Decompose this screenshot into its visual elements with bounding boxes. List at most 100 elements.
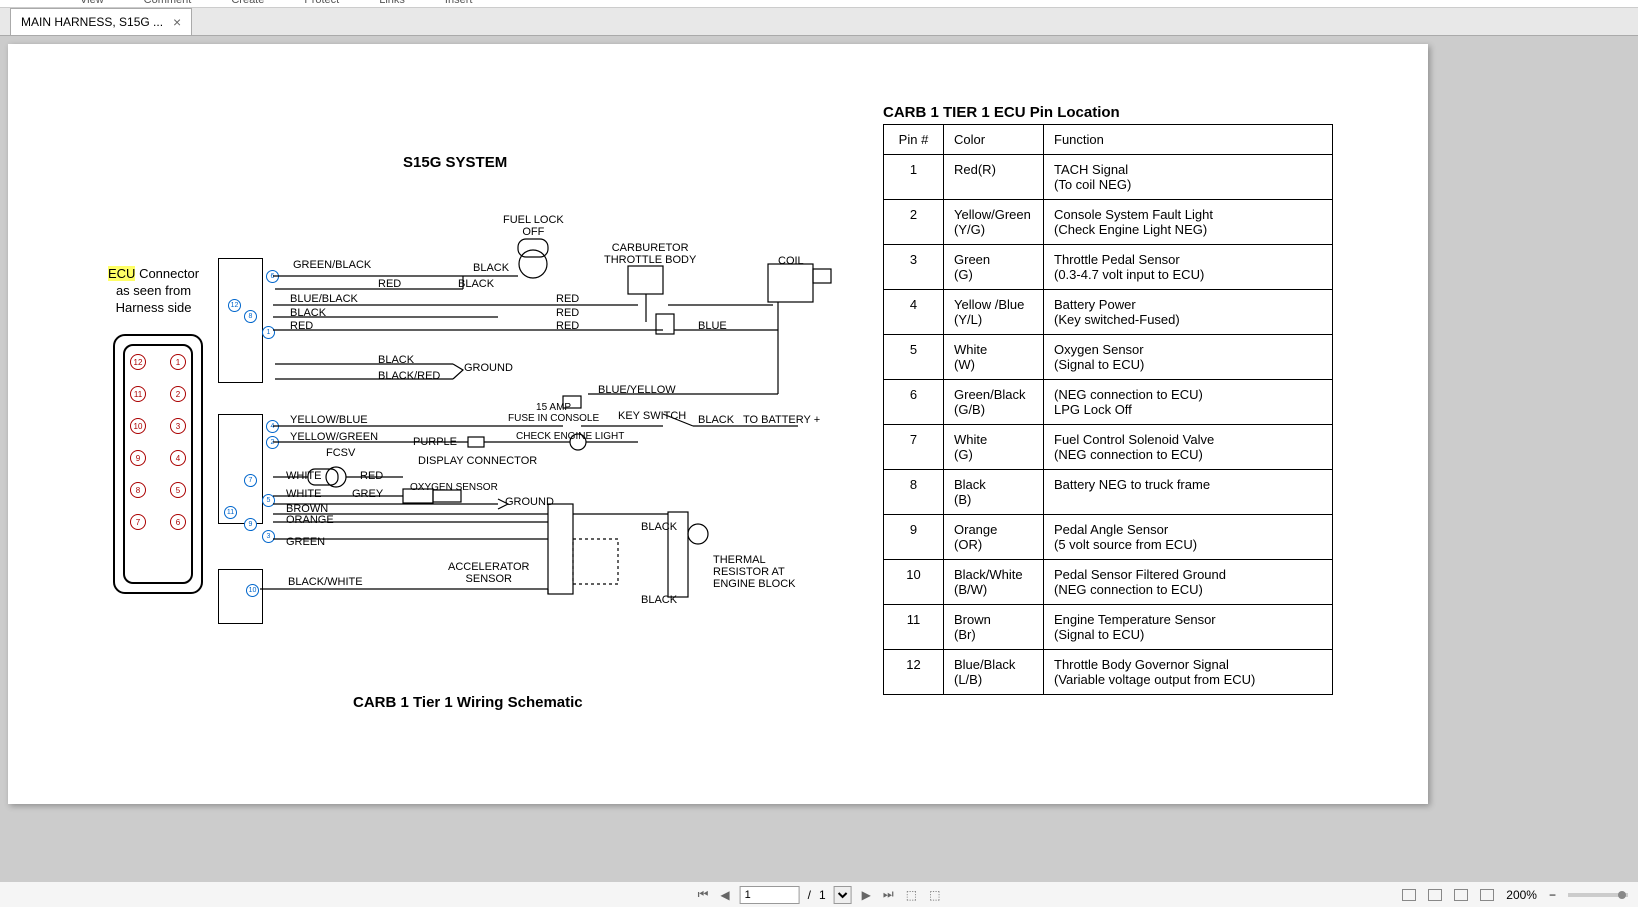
header-pin: Pin # [884,125,944,155]
node-10: 10 [246,584,259,597]
view-mode-2-icon[interactable] [1428,889,1442,901]
label-black-7: BLACK [641,594,677,606]
table-row: 6Green/Black (G/B)(NEG connection to ECU… [884,380,1333,425]
connector-pin-5: 5 [170,482,186,498]
nav-tool-1-icon[interactable]: ⬚ [904,888,919,902]
zoom-out-icon[interactable]: − [1549,888,1556,902]
status-bar: ⏮ ◀ / 1 ▶ ⏭ ⬚ ⬚ 200% − [0,881,1638,907]
first-page-icon[interactable]: ⏮ [696,887,711,902]
document-tab[interactable]: MAIN HARNESS, S15G ... × [10,8,192,35]
cell-color: Yellow/Green (Y/G) [944,200,1044,245]
menu-protect[interactable]: Protect [304,0,339,7]
cell-pin: 1 [884,155,944,200]
label-blue-black: BLUE/BLACK [290,293,358,305]
label-display-conn: DISPLAY CONNECTOR [418,455,537,467]
cell-pin: 10 [884,560,944,605]
label-blue: BLUE [698,320,727,332]
label-coil: COIL [778,255,804,267]
cell-function: Engine Temperature Sensor (Signal to ECU… [1044,605,1333,650]
prev-page-icon[interactable]: ◀ [718,888,731,902]
connector-pin-10: 10 [130,418,146,434]
pin-location-table: Pin # Color Function 1Red(R)TACH Signal … [883,124,1333,695]
menu-comment[interactable]: Comment [144,0,192,7]
schematic-title: CARB 1 Tier 1 Wiring Schematic [353,694,583,711]
menu-create[interactable]: Create [231,0,264,7]
label-red-1: RED [378,278,401,290]
tab-title: MAIN HARNESS, S15G ... [21,15,163,29]
cell-pin: 4 [884,290,944,335]
cell-color: Yellow /Blue (Y/L) [944,290,1044,335]
label-green-black: GREEN/BLACK [293,259,371,271]
table-header-row: Pin # Color Function [884,125,1333,155]
view-mode-3-icon[interactable] [1454,889,1468,901]
label-grey: GREY [352,488,383,500]
connector-pin-9: 9 [130,450,146,466]
view-mode-1-icon[interactable] [1402,889,1416,901]
cell-color: Red(R) [944,155,1044,200]
connector-pin-8: 8 [130,482,146,498]
cell-color: Brown (Br) [944,605,1044,650]
cell-function: (NEG connection to ECU) LPG Lock Off [1044,380,1333,425]
table-row: 3Green (G)Throttle Pedal Sensor (0.3-4.7… [884,245,1333,290]
zoom-slider[interactable] [1568,893,1628,897]
table-row: 5White (W)Oxygen Sensor (Signal to ECU) [884,335,1333,380]
cell-pin: 6 [884,380,944,425]
label-thermal: THERMAL RESISTOR AT ENGINE BLOCK [713,554,796,590]
document-tabs: MAIN HARNESS, S15G ... × [0,8,1638,36]
page-separator: / [808,888,811,902]
node-6: 6 [266,270,279,283]
label-check-engine: CHECK ENGINE LIGHT [516,431,624,442]
label-fcsv: FCSV [326,447,355,459]
cell-function: Pedal Angle Sensor (5 volt source from E… [1044,515,1333,560]
label-purple: PURPLE [413,436,457,448]
node-5: 5 [262,494,275,507]
menu-view[interactable]: View [80,0,104,7]
table-row: 11Brown (Br)Engine Temperature Sensor (S… [884,605,1333,650]
cell-color: White (W) [944,335,1044,380]
cell-pin: 11 [884,605,944,650]
table-row: 4Yellow /Blue (Y/L)Battery Power (Key sw… [884,290,1333,335]
label-black-2: BLACK [458,278,494,290]
connector-pin-4: 4 [170,450,186,466]
page-dropdown[interactable] [834,886,852,904]
page-number-input[interactable] [740,886,800,904]
table-row: 8Black (B)Battery NEG to truck frame [884,470,1333,515]
nav-tool-2-icon[interactable]: ⬚ [927,888,942,902]
table-row: 7White (G)Fuel Control Solenoid Valve (N… [884,425,1333,470]
connector-pin-1: 1 [170,354,186,370]
side-connector-3 [218,569,263,624]
label-black-white: BLACK/WHITE [288,576,363,588]
page-navigation: ⏮ ◀ / 1 ▶ ⏭ ⬚ ⬚ [696,886,943,904]
node-9: 9 [244,518,257,531]
label-ground-1: GROUND [464,362,513,374]
label-orange: ORANGE [286,514,334,526]
cell-function: Fuel Control Solenoid Valve (NEG connect… [1044,425,1333,470]
label-white-2: WHITE [286,488,321,500]
cell-function: Pedal Sensor Filtered Ground (NEG connec… [1044,560,1333,605]
cell-color: Blue/Black (L/B) [944,650,1044,695]
label-yellow-green: YELLOW/GREEN [290,431,378,443]
label-yellow-blue: YELLOW/BLUE [290,414,368,426]
label-black-1: BLACK [473,262,509,274]
view-mode-4-icon[interactable] [1480,889,1494,901]
node-3: 3 [262,530,275,543]
table-row: 9Orange (OR)Pedal Angle Sensor (5 volt s… [884,515,1333,560]
node-8: 8 [244,310,257,323]
menu-insert[interactable]: Insert [445,0,473,7]
connector-pin-7: 7 [130,514,146,530]
close-icon[interactable]: × [173,14,181,30]
cell-function: TACH Signal (To coil NEG) [1044,155,1333,200]
cell-function: Throttle Body Governor Signal (Variable … [1044,650,1333,695]
label-red-4: RED [290,320,313,332]
cell-color: Green/Black (G/B) [944,380,1044,425]
connector-pin-3: 3 [170,418,186,434]
app-menu-bar: View Comment Create Protect Links Insert [0,0,1638,8]
header-function: Function [1044,125,1333,155]
next-page-icon[interactable]: ▶ [860,888,873,902]
side-connector-1 [218,258,263,383]
page-viewport[interactable]: S15G SYSTEM CARB 1 Tier 1 Wiring Schemat… [0,36,1638,883]
connector-pin-2: 2 [170,386,186,402]
last-page-icon[interactable]: ⏭ [881,887,896,902]
label-fuel-lock-off: FUEL LOCK OFF [503,214,564,238]
menu-links[interactable]: Links [379,0,405,7]
